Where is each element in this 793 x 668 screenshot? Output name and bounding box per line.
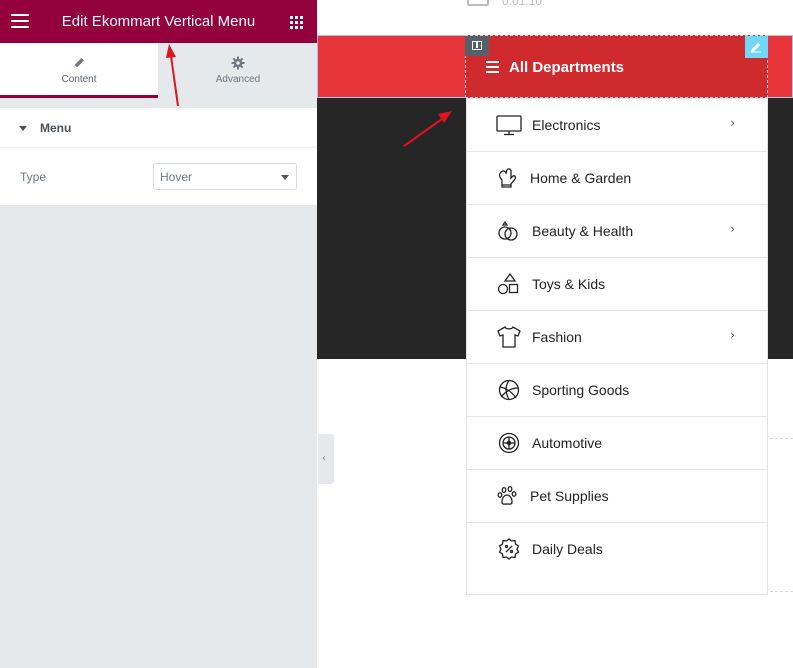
tab-content-label: Content: [61, 74, 97, 85]
menu-item-automotive[interactable]: Automotive: [467, 417, 767, 470]
menu-item-daily-deals[interactable]: Daily Deals: [467, 523, 767, 576]
chevron-left-icon: ‹: [322, 453, 326, 464]
menu-item-label: Electronics: [532, 117, 601, 133]
type-select[interactable]: Hover: [153, 163, 297, 190]
chevron-right-icon: ›: [730, 116, 735, 130]
menu-item-label: Daily Deals: [532, 541, 603, 557]
paw-icon: [497, 485, 517, 505]
type-select-value: Hover: [160, 170, 193, 184]
menu-item-fashion[interactable]: Fashion ›: [467, 311, 767, 364]
tab-advanced-label: Advanced: [215, 74, 261, 85]
chevron-down-icon: [281, 175, 289, 180]
section-menu-toggle[interactable]: Menu: [0, 108, 317, 148]
menu-item-electronics[interactable]: Electronics ›: [467, 99, 767, 152]
tab-advanced[interactable]: Advanced: [159, 43, 317, 98]
dashed-guide-line: [770, 438, 793, 439]
menu-item-label: Toys & Kids: [532, 276, 606, 292]
menu-item-label: Fashion: [532, 329, 582, 345]
menu-item-beauty-health[interactable]: Beauty & Health ›: [467, 205, 767, 258]
menu-item-label: Home & Garden: [530, 170, 632, 186]
type-label: Type: [20, 170, 47, 184]
volleyball-icon: [498, 379, 520, 401]
chevron-right-icon: ›: [730, 222, 735, 236]
panel-collapse-button[interactable]: ‹: [318, 434, 334, 484]
editor-panel: Edit Ekommart Vertical Menu Content Adva…: [0, 0, 317, 668]
shapes-icon: [497, 272, 519, 295]
cart-icon: [467, 0, 489, 6]
menu-item-pet-supplies[interactable]: Pet Supplies: [467, 470, 767, 523]
column-layout-icon: [472, 41, 482, 50]
menu-item-label: Automotive: [532, 435, 603, 451]
edit-widget-button[interactable]: [745, 36, 768, 58]
departments-menu: Electronics › Home & Garden Beauty & Hea…: [466, 98, 768, 595]
discount-badge-icon: [498, 538, 520, 560]
glove-icon: [498, 168, 517, 188]
pencil-icon: [751, 42, 761, 53]
gear-icon: [231, 56, 245, 70]
widgets-grid-icon[interactable]: [290, 16, 303, 29]
menu-item-label: Sporting Goods: [532, 382, 630, 398]
menu-item-label: Pet Supplies: [530, 488, 609, 504]
rings-icon: [498, 220, 518, 241]
chevron-right-icon: ›: [730, 328, 735, 342]
menu-item-home-garden[interactable]: Home & Garden: [467, 152, 767, 205]
menu-item-toys-kids[interactable]: Toys & Kids: [467, 258, 767, 311]
all-departments-title: All Departments: [509, 59, 625, 76]
all-departments-toggle[interactable]: All Departments: [465, 35, 768, 98]
dashed-guide-line: [770, 591, 793, 592]
panel-title: Edit Ekommart Vertical Menu: [61, 13, 256, 30]
monitor-icon: [496, 115, 522, 136]
top-stub-text: 0.01.10: [502, 0, 543, 8]
caret-down-icon: [19, 126, 27, 131]
section-menu-label: Menu: [40, 121, 72, 135]
control-type: Type Hover: [0, 148, 317, 205]
tshirt-icon: [497, 326, 521, 348]
menu-item-label: Beauty & Health: [532, 223, 634, 239]
panel-header: Edit Ekommart Vertical Menu: [0, 0, 317, 43]
column-handle-button[interactable]: [465, 36, 489, 56]
wheel-icon: [498, 432, 520, 454]
menu-bars-icon: [486, 61, 499, 73]
tab-content[interactable]: Content: [0, 43, 158, 98]
panel-tabs: Content Advanced: [0, 43, 317, 98]
preview-top-strip: 0.01.10: [317, 0, 793, 33]
menu-item-sporting-goods[interactable]: Sporting Goods: [467, 364, 767, 417]
pencil-icon: [74, 58, 84, 68]
